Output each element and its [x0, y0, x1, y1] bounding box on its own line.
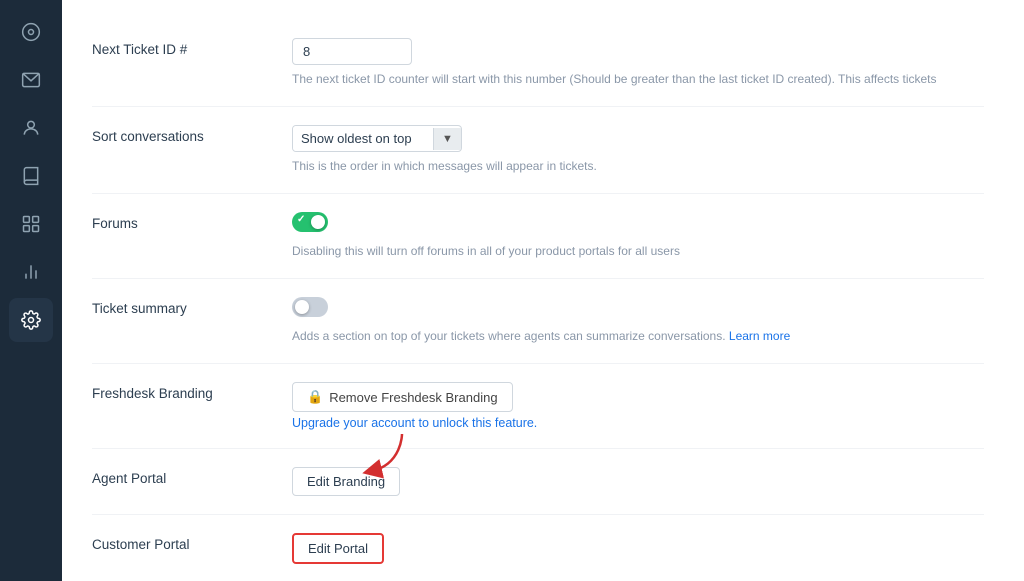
setting-row-next-ticket-id: Next Ticket ID # The next ticket ID coun…: [92, 20, 984, 107]
setting-control-next-ticket-id: The next ticket ID counter will start wi…: [292, 38, 984, 88]
ticket-summary-description: Adds a section on top of your tickets wh…: [292, 327, 984, 345]
ticket-summary-toggle[interactable]: [292, 297, 328, 317]
main-content: Next Ticket ID # The next ticket ID coun…: [62, 0, 1024, 581]
forums-toggle[interactable]: [292, 212, 328, 232]
sort-conversations-description: This is the order in which messages will…: [292, 157, 984, 175]
setting-row-freshdesk-branding: Freshdesk Branding 🔒 Remove Freshdesk Br…: [92, 364, 984, 449]
setting-label-freshdesk-branding: Freshdesk Branding: [92, 382, 292, 401]
next-ticket-id-description: The next ticket ID counter will start wi…: [292, 70, 984, 88]
next-ticket-id-input[interactable]: [292, 38, 412, 65]
settings-panel: Next Ticket ID # The next ticket ID coun…: [62, 0, 1024, 581]
sidebar-item-knowledge[interactable]: [9, 154, 53, 198]
setting-label-ticket-summary: Ticket summary: [92, 297, 292, 316]
sidebar-item-contacts[interactable]: [9, 106, 53, 150]
upgrade-link[interactable]: Upgrade your account to unlock this feat…: [292, 416, 984, 430]
setting-row-forums: Forums Disabling this will turn off foru…: [92, 194, 984, 279]
setting-label-agent-portal: Agent Portal: [92, 467, 292, 486]
sort-conversations-select-wrapper[interactable]: Show oldest on top Show newest on top ▼: [292, 125, 462, 152]
sidebar-item-reports[interactable]: [9, 250, 53, 294]
forums-toggle-thumb: [311, 215, 325, 229]
sidebar-item-settings[interactable]: [9, 298, 53, 342]
setting-label-next-ticket-id: Next Ticket ID #: [92, 38, 292, 57]
setting-label-forums: Forums: [92, 212, 292, 231]
setting-row-agent-portal: Agent Portal Edit Branding: [92, 449, 984, 515]
setting-control-sort-conversations: Show oldest on top Show newest on top ▼ …: [292, 125, 984, 175]
setting-control-agent-portal: Edit Branding: [292, 467, 984, 496]
edit-portal-button[interactable]: Edit Portal: [292, 533, 384, 564]
sort-conversations-select[interactable]: Show oldest on top Show newest on top: [293, 126, 433, 151]
agent-portal-arrow-container: Edit Branding: [292, 467, 400, 496]
sidebar-item-tickets[interactable]: [9, 202, 53, 246]
remove-branding-button[interactable]: 🔒 Remove Freshdesk Branding: [292, 382, 513, 412]
setting-control-forums: Disabling this will turn off forums in a…: [292, 212, 984, 260]
sidebar: [0, 0, 62, 581]
setting-row-sort-conversations: Sort conversations Show oldest on top Sh…: [92, 107, 984, 194]
lock-icon: 🔒: [307, 389, 323, 405]
setting-control-ticket-summary: Adds a section on top of your tickets wh…: [292, 297, 984, 345]
forums-description: Disabling this will turn off forums in a…: [292, 242, 984, 260]
setting-label-customer-portal: Customer Portal: [92, 533, 292, 552]
edit-branding-button[interactable]: Edit Branding: [292, 467, 400, 496]
setting-control-customer-portal: Edit Portal: [292, 533, 984, 564]
setting-row-ticket-summary: Ticket summary Adds a section on top of …: [92, 279, 984, 364]
ticket-summary-toggle-track: [292, 297, 328, 317]
setting-label-sort-conversations: Sort conversations: [92, 125, 292, 144]
learn-more-link[interactable]: Learn more: [729, 329, 790, 343]
setting-row-customer-portal: Customer Portal Edit Portal: [92, 515, 984, 581]
sidebar-item-inbox[interactable]: [9, 58, 53, 102]
setting-control-freshdesk-branding: 🔒 Remove Freshdesk Branding Upgrade your…: [292, 382, 984, 430]
ticket-summary-toggle-thumb: [295, 300, 309, 314]
select-arrow-icon: ▼: [433, 128, 461, 150]
forums-toggle-track: [292, 212, 328, 232]
sidebar-item-dashboard[interactable]: [9, 10, 53, 54]
